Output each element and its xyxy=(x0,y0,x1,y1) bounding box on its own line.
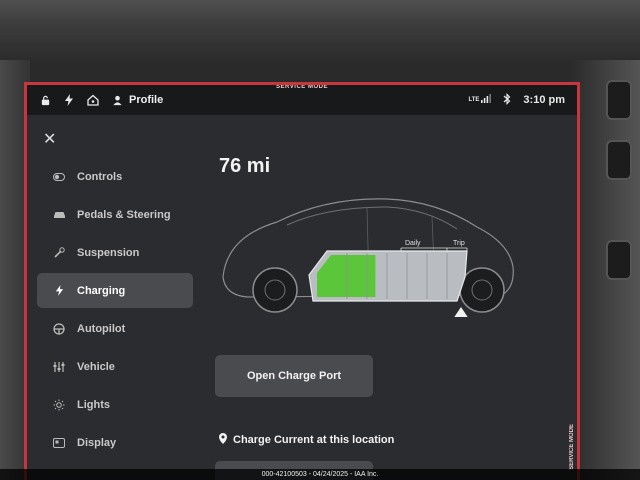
nav-item-pedals-steering[interactable]: Pedals & Steering xyxy=(37,197,193,232)
open-charge-port-button[interactable]: Open Charge Port xyxy=(215,355,373,397)
service-mode-side-label: SERVICE MODE xyxy=(569,424,575,470)
home-icon[interactable] xyxy=(87,94,99,106)
air-vent xyxy=(606,80,632,120)
close-icon[interactable]: ✕ xyxy=(43,129,56,149)
nav-label: Vehicle xyxy=(77,360,115,373)
nav-label: Pedals & Steering xyxy=(77,208,171,221)
nav-item-lights[interactable]: Lights xyxy=(37,387,193,422)
charge-limit-marker xyxy=(454,307,468,317)
nav-label: Autopilot xyxy=(77,322,126,335)
touchscreen: Profile LTE 3:10 pm SERVICE MODE ✕ Contr… xyxy=(24,82,580,480)
toggle-icon xyxy=(51,172,67,181)
nav-label: Controls xyxy=(77,170,123,183)
range-display: 76 mi xyxy=(219,155,271,177)
settings-nav: Controls Pedals & Steering Suspension Ch… xyxy=(37,159,193,463)
display-icon xyxy=(51,437,67,448)
nav-label: Lights xyxy=(77,398,110,411)
sliders-icon xyxy=(51,361,67,372)
wheel-rear xyxy=(459,267,505,313)
profile-icon[interactable] xyxy=(111,94,123,106)
nav-label: Charging xyxy=(77,284,126,297)
charge-current-label: Charge Current at this location xyxy=(233,434,395,446)
bolt-icon xyxy=(63,94,75,106)
location-pin-icon xyxy=(219,433,227,447)
settings-panel: ✕ Controls Pedals & Steering Suspension … xyxy=(27,115,577,480)
bolt-icon xyxy=(51,285,67,296)
air-vent xyxy=(606,240,632,280)
gauge-trip-label: Trip xyxy=(453,240,465,247)
network-label: LTE xyxy=(468,97,480,103)
auction-watermark: 000-42100503 - 04/24/2025 - IAA Inc. xyxy=(0,469,640,480)
signal-icon xyxy=(481,94,492,106)
nav-label: Display xyxy=(77,436,117,449)
gauge-daily-label: Daily xyxy=(405,240,421,247)
air-vent xyxy=(606,140,632,180)
nav-item-suspension[interactable]: Suspension xyxy=(37,235,193,270)
nav-item-display[interactable]: Display xyxy=(37,425,193,460)
sun-icon xyxy=(51,399,67,411)
charge-current-location: Charge Current at this location xyxy=(219,433,394,447)
nav-item-autopilot[interactable]: Autopilot xyxy=(37,311,193,346)
car-window-line xyxy=(286,206,458,230)
bezel-top xyxy=(0,0,640,62)
nav-item-controls[interactable]: Controls xyxy=(37,159,193,194)
wheel-front xyxy=(252,267,298,313)
lock-icon[interactable] xyxy=(39,94,51,106)
nav-item-charging[interactable]: Charging xyxy=(37,273,193,308)
car-icon xyxy=(51,210,67,219)
wrench-icon xyxy=(51,247,67,258)
bezel-right xyxy=(570,60,640,480)
clock-time: 3:10 pm xyxy=(523,94,565,106)
service-mode-banner: SERVICE MODE xyxy=(276,84,328,90)
steering-wheel-icon xyxy=(51,322,67,335)
nav-item-vehicle[interactable]: Vehicle xyxy=(37,349,193,384)
car-battery-illustration: Daily Trip xyxy=(222,198,514,317)
profile-label[interactable]: Profile xyxy=(129,94,163,106)
nav-label: Suspension xyxy=(77,246,140,259)
bluetooth-icon[interactable] xyxy=(503,92,511,108)
